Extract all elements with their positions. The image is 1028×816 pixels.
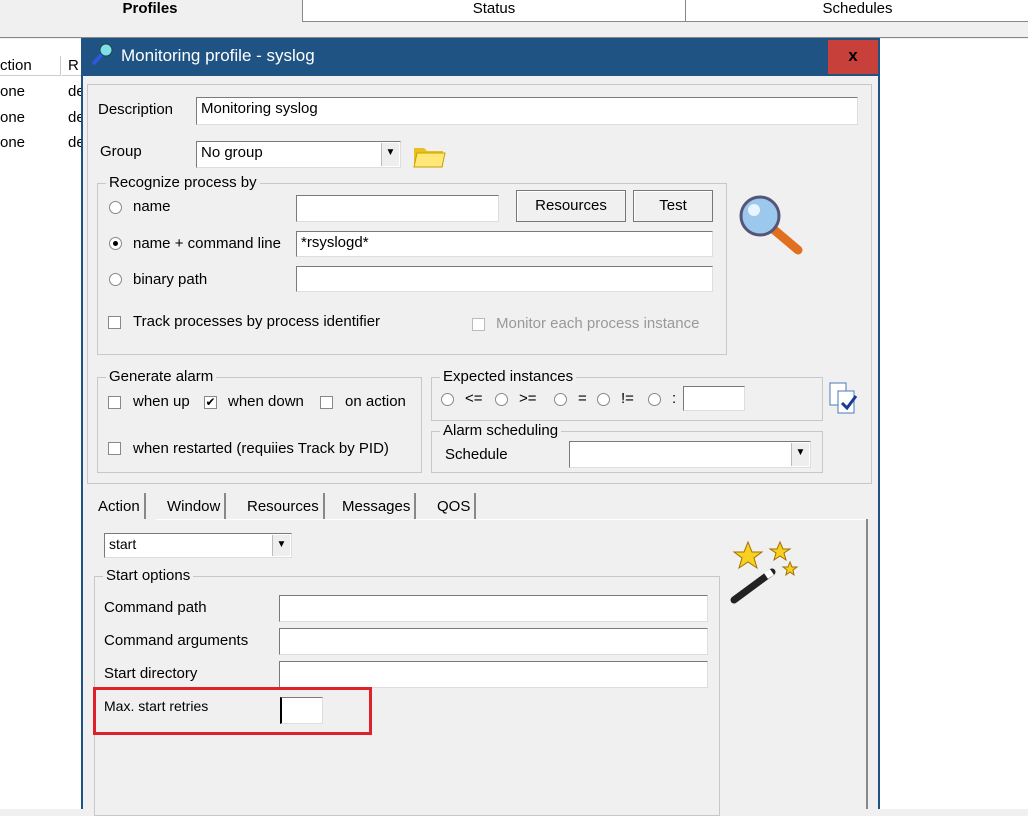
group-select[interactable]: No group ▼: [196, 141, 401, 168]
resources-button[interactable]: Resources: [516, 190, 626, 222]
radio-binary-path-label: binary path: [133, 271, 208, 288]
schedule-select[interactable]: ▼: [569, 441, 811, 468]
action-select[interactable]: start ▼: [104, 533, 292, 558]
radio-gte[interactable]: [495, 393, 508, 406]
folder-icon[interactable]: [411, 140, 447, 170]
tab-schedules[interactable]: Schedules: [685, 0, 1028, 22]
radio-count[interactable]: [648, 393, 661, 406]
group-label: Group: [100, 143, 142, 160]
highlight-box: [93, 687, 372, 735]
description-input[interactable]: Monitoring syslog: [196, 97, 858, 125]
column-header-action[interactable]: ction: [0, 56, 61, 76]
radio-name[interactable]: [109, 201, 122, 214]
lte-label: <=: [465, 390, 483, 407]
tab-panel-border: [866, 519, 868, 809]
binary-path-input[interactable]: [296, 266, 713, 292]
chevron-down-icon: ▼: [791, 443, 809, 466]
when-up-checkbox[interactable]: [108, 396, 121, 409]
when-down-label: when down: [228, 393, 304, 410]
recognize-legend: Recognize process by: [106, 174, 260, 191]
radio-name-command-line[interactable]: [109, 237, 122, 250]
monitor-each-label: Monitor each process instance: [496, 315, 700, 332]
tab-resources[interactable]: Resources: [243, 493, 325, 519]
tab-action[interactable]: Action: [94, 493, 146, 519]
when-restarted-label: when restarted (requiies Track by PID): [133, 440, 389, 457]
magnifier-title-icon: [89, 42, 115, 68]
dialog-title: Monitoring profile - syslog: [121, 46, 315, 65]
radio-lte[interactable]: [441, 393, 454, 406]
command-arguments-label: Command arguments: [104, 632, 249, 649]
command-path-input[interactable]: [279, 595, 708, 622]
start-options-legend: Start options: [103, 567, 194, 584]
track-pid-label: Track processes by process identifier: [133, 313, 381, 330]
when-down-checkbox[interactable]: ✔: [204, 396, 217, 409]
gte-label: >=: [519, 390, 537, 407]
close-button[interactable]: x: [828, 40, 878, 74]
expected-instances-legend: Expected instances: [440, 368, 577, 385]
command-path-label: Command path: [104, 599, 207, 616]
eq-label: =: [578, 390, 587, 407]
radio-name-label: name: [133, 198, 171, 215]
radio-binary-path[interactable]: [109, 273, 122, 286]
radio-neq[interactable]: [597, 393, 610, 406]
tab-label: Profiles: [122, 0, 178, 17]
command-line-input[interactable]: *rsyslogd*: [296, 231, 713, 257]
radio-name-command-line-label: name + command line: [133, 235, 281, 252]
alarm-scheduling-legend: Alarm scheduling: [440, 422, 562, 439]
tab-status[interactable]: Status: [302, 0, 686, 22]
chevron-down-icon: ▼: [272, 535, 290, 556]
chevron-down-icon: ▼: [381, 143, 399, 166]
count-label: :: [672, 390, 677, 407]
command-arguments-input[interactable]: [279, 628, 708, 655]
description-label: Description: [98, 101, 174, 118]
magic-wand-icon[interactable]: [728, 538, 800, 608]
when-restarted-checkbox[interactable]: [108, 442, 121, 455]
tab-profiles[interactable]: Profiles: [0, 0, 300, 21]
when-up-label: when up: [133, 393, 190, 410]
tab-panel-border: [156, 519, 868, 520]
name-input[interactable]: [296, 195, 499, 222]
list-cell: one: [0, 134, 26, 151]
group-value: No group: [201, 144, 263, 161]
track-pid-checkbox[interactable]: [108, 316, 121, 329]
on-action-label: on action: [345, 393, 406, 410]
monitor-each-checkbox[interactable]: [472, 318, 485, 331]
neq-label: !=: [621, 390, 634, 407]
list-cell: one: [0, 83, 26, 100]
generate-alarm-group: Generate alarm: [97, 368, 422, 473]
list-cell: one: [0, 109, 26, 126]
schedule-label: Schedule: [445, 446, 508, 463]
on-action-checkbox[interactable]: [320, 396, 333, 409]
action-value: start: [109, 536, 137, 552]
instances-input[interactable]: [683, 386, 745, 411]
radio-eq[interactable]: [554, 393, 567, 406]
tab-qos[interactable]: QOS: [433, 493, 477, 519]
copy-check-icon[interactable]: [828, 381, 864, 417]
tab-window[interactable]: Window: [163, 493, 227, 519]
start-directory-label: Start directory: [104, 665, 198, 682]
test-button[interactable]: Test: [633, 190, 713, 222]
start-directory-input[interactable]: [279, 661, 708, 688]
tab-messages[interactable]: Messages: [338, 493, 417, 519]
search-magnifier-icon[interactable]: [736, 192, 806, 258]
generate-alarm-legend: Generate alarm: [106, 368, 217, 385]
